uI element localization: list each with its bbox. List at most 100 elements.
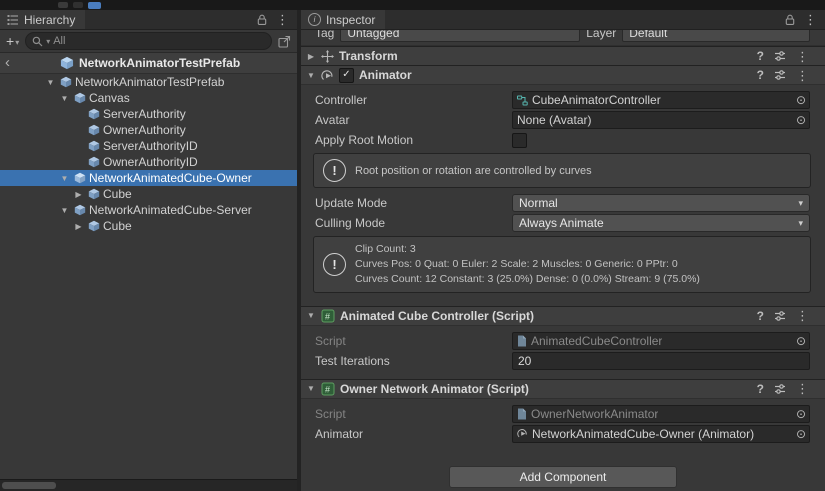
hierarchy-item-cube-owner-child[interactable]: ▶ Cube [0,186,297,202]
search-filter-value: All [53,35,65,47]
presets-icon[interactable] [774,310,786,322]
presets-icon[interactable] [774,69,786,81]
component-menu-icon[interactable]: ⋮ [796,382,809,395]
animator-icon [517,428,528,439]
help-icon[interactable]: ? [757,68,764,82]
owner-network-animator-body: Script OwnerNetworkAnimator ⊙ Animator [301,398,825,452]
tag-layer-row: Tag Untagged Layer Default [301,30,825,46]
create-object-button[interactable]: + ▾ [6,35,19,47]
hierarchy-item-canvas[interactable]: ▼ Canvas [0,90,297,106]
scrollbar-thumb[interactable] [2,482,56,489]
scene-picker-button[interactable] [278,35,291,48]
foldout-closed-icon[interactable]: ▶ [72,222,85,231]
update-mode-label: Update Mode [315,196,512,210]
culling-mode-label: Culling Mode [315,216,512,230]
component-menu-icon[interactable]: ⋮ [796,69,809,82]
animator-object-field[interactable]: NetworkAnimatedCube-Owner (Animator) ⊙ [512,425,810,443]
add-component-label: Add Component [520,470,607,484]
hierarchy-item-networkanimatortestprefab[interactable]: ▼ NetworkAnimatorTestPrefab [0,74,297,90]
animated-cube-controller-body: Script AnimatedCubeController ⊙ Test Ite… [301,325,825,379]
test-iterations-value: 20 [518,354,531,368]
culling-mode-dropdown[interactable]: Always Animate ▾ [512,214,810,232]
hierarchy-item-serverauthority[interactable]: ServerAuthority [0,106,297,122]
prefab-cube-icon [87,156,101,168]
chevron-down-icon: ▾ [798,198,803,209]
apply-root-motion-checkbox[interactable] [512,133,527,148]
foldout-open-icon[interactable]: ▼ [306,71,316,80]
tab-inspector[interactable]: i Inspector [301,10,385,29]
presets-icon[interactable] [774,50,786,62]
unity-editor: Hierarchy ⋮ + ▾ ▾ All [0,0,825,491]
controller-object-field[interactable]: CubeAnimatorController ⊙ [512,91,810,109]
script-icon: # [321,309,335,323]
animator-component-header[interactable]: ▼ ✓ Animator ? ⋮ [301,65,825,84]
foldout-open-icon[interactable]: ▼ [58,206,71,215]
add-component-button[interactable]: Add Component [449,466,677,488]
animator-stats-box: ! Clip Count: 3 Curves Pos: 0 Quat: 0 Eu… [313,236,811,293]
update-mode-dropdown[interactable]: Normal ▾ [512,194,810,212]
hierarchy-item-ownerauthorityid[interactable]: OwnerAuthorityID [0,154,297,170]
layer-dropdown[interactable]: Default [622,30,810,42]
animated-cube-controller-header[interactable]: ▼ # Animated Cube Controller (Script) ? … [301,306,825,325]
svg-text:#: # [325,384,330,394]
prefab-stage-header[interactable]: ‹ NetworkAnimatorTestPrefab [0,53,297,74]
script-label: Script [315,334,512,348]
foldout-open-icon[interactable]: ▼ [44,78,57,87]
component-title: Transform [339,49,398,63]
hierarchy-item-networkanimatedcube-owner[interactable]: ▼ NetworkAnimatedCube-Owner [0,170,297,186]
avatar-object-field[interactable]: None (Avatar) ⊙ [512,111,810,129]
object-picker-icon[interactable]: ⊙ [796,94,806,106]
script-file-icon [517,408,527,420]
search-filter-caret-icon[interactable]: ▾ [46,37,50,46]
foldout-closed-icon[interactable]: ▶ [306,52,316,61]
foldout-open-icon[interactable]: ▼ [58,94,71,103]
root-motion-warning-box: ! Root position or rotation are controll… [313,153,811,188]
help-icon[interactable]: ? [757,382,764,396]
component-title: Owner Network Animator (Script) [340,382,529,396]
chevron-down-icon: ▾ [15,38,19,47]
help-icon[interactable]: ? [757,309,764,323]
foldout-open-icon[interactable]: ▼ [306,311,316,320]
panel-menu-icon[interactable]: ⋮ [804,13,817,26]
component-menu-icon[interactable]: ⋮ [796,50,809,63]
controller-label: Controller [315,93,512,107]
script-file-icon [517,335,527,347]
script-object-field[interactable]: OwnerNetworkAnimator ⊙ [512,405,810,423]
foldout-open-icon[interactable]: ▼ [306,384,316,393]
lock-icon[interactable] [257,14,267,26]
lock-icon[interactable] [785,14,795,26]
back-chevron-icon[interactable]: ‹ [5,53,10,72]
owner-network-animator-header[interactable]: ▼ # Owner Network Animator (Script) ? ⋮ [301,379,825,398]
transform-icon [321,50,334,63]
hierarchy-toolbar: + ▾ ▾ All [0,30,297,53]
presets-icon[interactable] [774,383,786,395]
object-picker-icon[interactable]: ⊙ [796,428,806,440]
tab-hierarchy[interactable]: Hierarchy [0,10,85,29]
hierarchy-item-ownerauthority[interactable]: OwnerAuthority [0,122,297,138]
object-picker-icon[interactable]: ⊙ [796,114,806,126]
foldout-open-icon[interactable]: ▼ [58,174,71,183]
panel-menu-icon[interactable]: ⋮ [276,13,289,26]
tag-dropdown[interactable]: Untagged [340,30,580,42]
search-input[interactable]: ▾ All [25,32,272,50]
stats-line: Curves Count: 12 Constant: 3 (25.0%) Den… [355,272,700,286]
component-enabled-checkbox[interactable]: ✓ [339,68,354,83]
hierarchy-item-label: Cube [103,187,132,201]
hierarchy-item-networkanimatedcube-server[interactable]: ▼ NetworkAnimatedCube-Server [0,202,297,218]
hierarchy-item-serverauthorityid[interactable]: ServerAuthorityID [0,138,297,154]
foldout-closed-icon[interactable]: ▶ [72,190,85,199]
horizontal-scrollbar[interactable] [0,479,297,491]
transform-component-header[interactable]: ▶ Transform ? ⋮ [301,46,825,65]
toolbar-mark [73,2,83,8]
component-menu-icon[interactable]: ⋮ [796,309,809,322]
prefab-cube-icon [73,172,87,184]
script-object-field[interactable]: AnimatedCubeController ⊙ [512,332,810,350]
test-iterations-input[interactable]: 20 [512,352,810,370]
hierarchy-item-cube-server-child[interactable]: ▶ Cube [0,218,297,234]
object-picker-icon[interactable]: ⊙ [796,335,806,347]
object-picker-icon[interactable]: ⊙ [796,408,806,420]
test-iterations-label: Test Iterations [315,354,512,368]
animator-component-body: Controller CubeAnimatorController ⊙ Avat… [301,84,825,306]
hierarchy-item-label: OwnerAuthorityID [103,155,198,169]
help-icon[interactable]: ? [757,49,764,63]
